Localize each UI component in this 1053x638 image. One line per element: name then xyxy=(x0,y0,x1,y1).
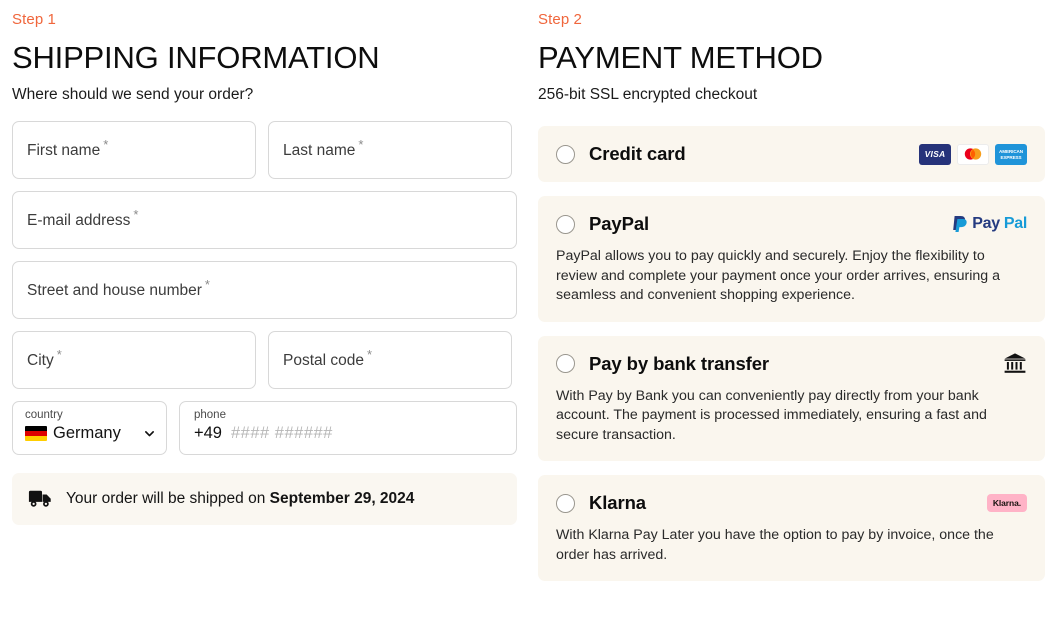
country-select[interactable]: country Germany xyxy=(12,401,167,455)
street-row: Street and house number * xyxy=(12,261,517,319)
amex-logo: AMERICAN EXPRESS xyxy=(995,143,1027,165)
visa-logo: VISA xyxy=(919,143,951,165)
street-field[interactable]: Street and house number * xyxy=(12,261,517,319)
shipping-date-notice: Your order will be shipped on September … xyxy=(12,473,517,525)
shipping-step-label: Step 1 xyxy=(12,11,56,28)
country-phone-row: country Germany phone +49 #### ###### xyxy=(12,401,517,455)
shipping-date-text: Your order will be shipped on September … xyxy=(66,490,415,507)
city-postal-row: City * Postal code * xyxy=(12,331,517,389)
email-label: E-mail address * xyxy=(27,207,139,230)
paypal-logo: Pay Pal xyxy=(952,215,1027,233)
card-brand-logos: VISA AMERICAN EXPRESS xyxy=(919,143,1027,165)
payment-step-label: Step 2 xyxy=(538,11,582,28)
radio-klarna[interactable] xyxy=(556,493,575,513)
city-field[interactable]: City * xyxy=(12,331,256,389)
last-name-field[interactable]: Last name * xyxy=(268,121,512,179)
city-label: City * xyxy=(27,347,62,370)
required-marker: * xyxy=(56,347,62,363)
shipping-subtitle: Where should we send your order? xyxy=(12,86,254,103)
payment-option-header: PayPal Pay Pal xyxy=(556,212,1027,236)
payment-option-description: With Klarna Pay Later you have the optio… xyxy=(556,527,994,563)
payment-title: PAYMENT METHOD xyxy=(538,40,823,75)
payment-column: Step 2 PAYMENT METHOD 256-bit SSL encryp… xyxy=(530,0,1053,638)
payment-option-header: Klarna Klarna. xyxy=(556,491,1027,515)
name-row: First name * Last name * xyxy=(12,121,517,179)
required-marker: * xyxy=(358,137,364,153)
required-marker: * xyxy=(103,137,109,153)
postal-code-label: Postal code * xyxy=(283,347,373,370)
email-field[interactable]: E-mail address * xyxy=(12,191,517,249)
country-value: Germany xyxy=(53,424,121,442)
payment-option-label: PayPal xyxy=(589,213,650,234)
radio-bank-transfer[interactable] xyxy=(556,354,575,373)
payment-option-klarna[interactable]: Klarna Klarna. With Klarna Pay Later you… xyxy=(538,475,1045,581)
required-marker: * xyxy=(133,207,139,223)
payment-option-description: PayPal allows you to pay quickly and sec… xyxy=(556,248,1000,303)
phone-value-wrap: +49 #### ###### xyxy=(194,423,504,443)
postal-code-field[interactable]: Postal code * xyxy=(268,331,512,389)
payment-option-paypal[interactable]: PayPal Pay Pal PayPal allows you to pay q… xyxy=(538,196,1045,322)
shipping-date-value: September 29, 2024 xyxy=(269,490,415,507)
payment-option-description: With Pay by Bank you can conveniently pa… xyxy=(556,387,987,443)
radio-credit-card[interactable] xyxy=(556,144,575,164)
flag-de-icon xyxy=(25,425,47,441)
payment-subtitle: 256-bit SSL encrypted checkout xyxy=(538,86,758,103)
required-marker: * xyxy=(367,347,373,363)
shipping-column: Step 1 SHIPPING INFORMATION Where should… xyxy=(0,0,530,638)
mastercard-logo xyxy=(957,143,989,165)
klarna-logo: Klarna. xyxy=(986,494,1027,512)
required-marker: * xyxy=(204,277,210,293)
paypal-wordmark-pal: Pal xyxy=(1003,215,1027,232)
checkout-page: Step 1 SHIPPING INFORMATION Where should… xyxy=(0,0,1053,638)
street-label: Street and house number * xyxy=(27,277,210,300)
phone-placeholder: #### ###### xyxy=(231,424,333,442)
payment-option-bank-transfer[interactable]: Pay by bank transfer With Pay by Bank yo… xyxy=(538,335,1045,461)
last-name-label: Last name * xyxy=(283,137,364,160)
first-name-field[interactable]: First name * xyxy=(12,121,256,179)
phone-field[interactable]: phone +49 #### ###### xyxy=(179,401,517,455)
chevron-down-icon xyxy=(145,430,154,436)
phone-label: phone xyxy=(194,409,226,421)
payment-option-label: Pay by bank transfer xyxy=(589,352,769,374)
payment-option-label: Credit card xyxy=(589,143,686,164)
payment-option-header: Credit card VISA AMERICAN EXPRESS xyxy=(556,142,1027,166)
shipping-title: SHIPPING INFORMATION xyxy=(12,40,380,75)
email-row: E-mail address * xyxy=(12,191,517,249)
country-label: country xyxy=(25,409,63,421)
payment-option-credit-card[interactable]: Credit card VISA AMERICAN EXPRESS xyxy=(538,126,1045,182)
phone-country-prefix: +49 xyxy=(194,424,222,442)
payment-option-label: Klarna xyxy=(589,492,646,513)
delivery-truck-icon xyxy=(28,490,51,507)
bank-icon xyxy=(1004,353,1026,373)
payment-option-header: Pay by bank transfer xyxy=(556,352,1027,376)
radio-paypal[interactable] xyxy=(556,214,575,234)
paypal-wordmark-pay: Pay xyxy=(972,215,1000,232)
first-name-label: First name * xyxy=(27,137,109,160)
country-value-wrap: Germany xyxy=(25,423,156,443)
